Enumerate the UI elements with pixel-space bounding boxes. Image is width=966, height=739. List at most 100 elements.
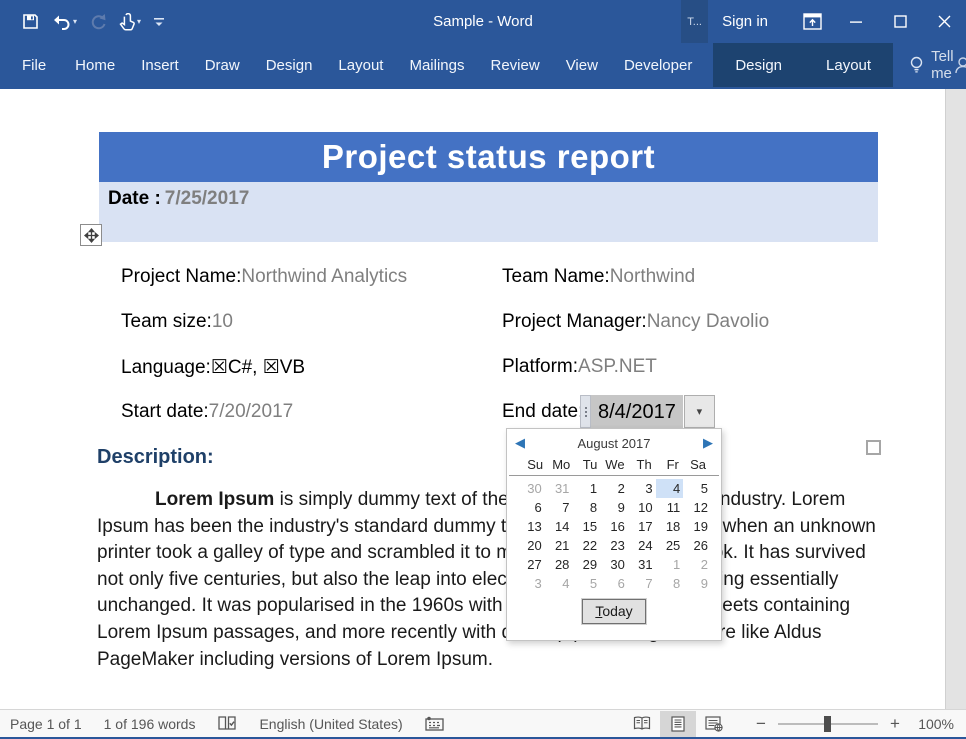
page-number-status[interactable]: Page 1 of 1 [10, 716, 82, 732]
tab-home[interactable]: Home [62, 43, 128, 87]
calendar-day[interactable]: 6 [517, 498, 545, 517]
calendar-day[interactable]: 19 [683, 517, 711, 536]
language-checkboxes[interactable]: ☒C#, ☒VB [211, 357, 305, 378]
zoom-percentage[interactable]: 100% [906, 716, 954, 732]
tab-file[interactable]: File [6, 43, 62, 87]
calendar-day[interactable]: 12 [683, 498, 711, 517]
tab-layout[interactable]: Layout [325, 43, 396, 87]
content-control-handle-icon[interactable] [580, 395, 591, 428]
date-dropdown-button[interactable]: ▾ [684, 395, 715, 428]
calendar-day[interactable]: 26 [683, 536, 711, 555]
tab-developer[interactable]: Developer [611, 43, 705, 87]
macro-record-icon[interactable] [425, 716, 444, 732]
calendar-day[interactable]: 29 [572, 555, 600, 574]
calendar-day[interactable]: 10 [628, 498, 656, 517]
web-layout-button[interactable] [696, 711, 732, 737]
calendar-day[interactable]: 22 [572, 536, 600, 555]
calendar-day[interactable]: 11 [656, 498, 684, 517]
start-date-value[interactable]: 7/20/2017 [209, 401, 294, 422]
field-team-name[interactable]: Team Name:Northwind [502, 266, 695, 288]
zoom-slider[interactable] [778, 723, 878, 725]
calendar-day[interactable]: 30 [517, 479, 545, 498]
tab-table-design[interactable]: Design [713, 43, 804, 87]
share-contact-icon[interactable] [954, 56, 966, 75]
today-button[interactable]: Today [582, 599, 645, 624]
calendar-day-selected[interactable]: 4 [656, 479, 684, 498]
calendar-day[interactable]: 25 [656, 536, 684, 555]
word-count-status[interactable]: 1 of 196 words [104, 716, 196, 732]
calendar-day[interactable]: 31 [545, 479, 573, 498]
calendar-day[interactable]: 15 [572, 517, 600, 536]
zoom-slider-thumb[interactable] [824, 716, 831, 732]
save-icon[interactable] [18, 8, 43, 36]
calendar-day[interactable]: 18 [656, 517, 684, 536]
calendar-next-month-icon[interactable]: ▶ [693, 435, 713, 451]
table-move-handle[interactable] [80, 224, 102, 246]
tab-view[interactable]: View [553, 43, 611, 87]
language-status[interactable]: English (United States) [259, 716, 402, 732]
calendar-day[interactable]: 21 [545, 536, 573, 555]
tab-review[interactable]: Review [478, 43, 553, 87]
calendar-day[interactable]: 5 [683, 479, 711, 498]
calendar-day[interactable]: 9 [600, 498, 628, 517]
calendar-day[interactable]: 31 [628, 555, 656, 574]
table-resize-handle[interactable] [866, 440, 881, 455]
tab-design[interactable]: Design [253, 43, 326, 87]
undo-button[interactable]: ▾ [47, 8, 81, 36]
platform-value[interactable]: ASP.NET [578, 356, 657, 377]
calendar-day[interactable]: 3 [628, 479, 656, 498]
minimize-button[interactable] [834, 0, 878, 43]
team-size-value[interactable]: 10 [212, 311, 233, 332]
touch-mode-dropdown-icon[interactable]: ▾ [137, 17, 141, 26]
touch-mode-button[interactable]: ▾ [115, 8, 145, 36]
field-project-manager[interactable]: Project Manager:Nancy Davolio [502, 311, 769, 333]
calendar-day[interactable]: 8 [656, 574, 684, 593]
team-name-value[interactable]: Northwind [610, 266, 696, 287]
calendar-day[interactable]: 6 [600, 574, 628, 593]
field-project-name[interactable]: Project Name:Northwind Analytics [121, 266, 407, 288]
sign-in-button[interactable]: Sign in [708, 0, 790, 43]
calendar-day[interactable]: 4 [545, 574, 573, 593]
calendar-prev-month-icon[interactable]: ◀ [515, 435, 535, 451]
end-date-value[interactable]: 8/4/2017 [591, 395, 683, 428]
calendar-day[interactable]: 1 [656, 555, 684, 574]
field-language[interactable]: Language:☒C#, ☒VB [121, 356, 305, 379]
calendar-day[interactable]: 2 [683, 555, 711, 574]
document-page[interactable]: Project status report Date :7/25/2017 Pr… [0, 89, 944, 711]
calendar-day[interactable]: 2 [600, 479, 628, 498]
calendar-day[interactable]: 1 [572, 479, 600, 498]
calendar-day[interactable]: 16 [600, 517, 628, 536]
calendar-day[interactable]: 7 [545, 498, 573, 517]
tab-insert[interactable]: Insert [128, 43, 192, 87]
calendar-day[interactable]: 30 [600, 555, 628, 574]
calendar-day[interactable]: 28 [545, 555, 573, 574]
field-team-size[interactable]: Team size:10 [121, 311, 233, 333]
description-paragraph[interactable]: Lorem Ipsum is simply dummy text of the … [97, 487, 878, 673]
tab-draw[interactable]: Draw [192, 43, 253, 87]
end-date-picker[interactable]: 8/4/2017 ▾ [580, 395, 715, 428]
calendar-day[interactable]: 5 [572, 574, 600, 593]
calendar-day[interactable]: 13 [517, 517, 545, 536]
print-layout-button[interactable] [660, 711, 696, 737]
tab-mailings[interactable]: Mailings [396, 43, 477, 87]
zoom-in-button[interactable]: + [884, 714, 906, 734]
ribbon-display-options-icon[interactable] [790, 0, 834, 43]
undo-dropdown-icon[interactable]: ▾ [73, 17, 77, 26]
calendar-day[interactable]: 20 [517, 536, 545, 555]
tell-me-box[interactable]: Tell me [909, 48, 954, 82]
zoom-out-button[interactable]: − [750, 714, 772, 734]
calendar-day[interactable]: 14 [545, 517, 573, 536]
tab-table-layout[interactable]: Layout [804, 43, 893, 87]
calendar-day[interactable]: 3 [517, 574, 545, 593]
date-value[interactable]: 7/25/2017 [165, 188, 250, 209]
calendar-day[interactable]: 23 [600, 536, 628, 555]
calendar-day[interactable]: 8 [572, 498, 600, 517]
close-button[interactable] [922, 0, 966, 43]
maximize-button[interactable] [878, 0, 922, 43]
field-platform[interactable]: Platform:ASP.NET [502, 356, 657, 378]
calendar-day[interactable]: 9 [683, 574, 711, 593]
calendar-day[interactable]: 24 [628, 536, 656, 555]
calendar-day[interactable]: 27 [517, 555, 545, 574]
project-name-value[interactable]: Northwind Analytics [241, 266, 407, 287]
calendar-day[interactable]: 17 [628, 517, 656, 536]
